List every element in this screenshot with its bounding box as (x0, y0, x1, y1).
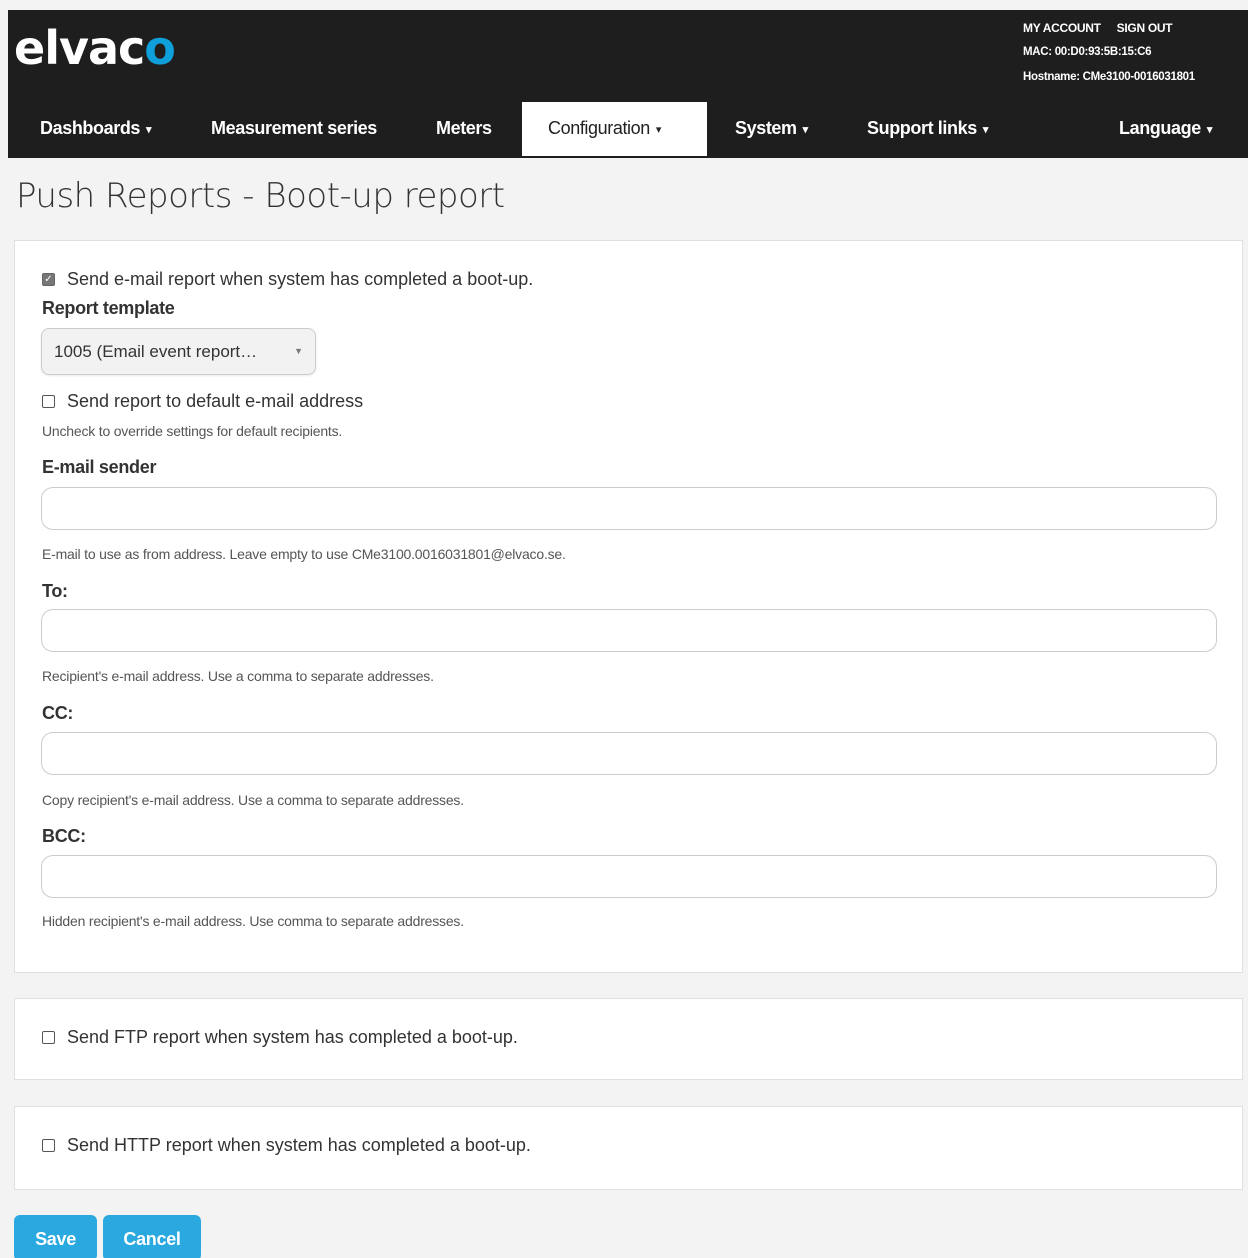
header-bar: elvaco MY ACCOUNT SIGN OUT MAC: 00:D0:93… (8, 10, 1248, 98)
default-address-checkbox[interactable] (42, 395, 55, 408)
my-account-link[interactable]: MY ACCOUNT (1023, 20, 1101, 36)
report-template-select[interactable]: 1005 (Email event report… ▼ (41, 328, 316, 375)
send-email-label: Send e-mail report when system has compl… (67, 269, 534, 289)
chevron-down-icon: ▾ (802, 124, 809, 136)
save-button[interactable]: Save (14, 1215, 97, 1258)
cc-input[interactable] (41, 732, 1217, 775)
nav-configuration[interactable]: Configuration ▾ (522, 102, 707, 156)
to-help: Recipient's e-mail address. Use a comma … (42, 668, 434, 684)
bcc-help: Hidden recipient's e-mail address. Use c… (42, 913, 464, 929)
bcc-label: BCC: (42, 826, 86, 846)
cc-help: Copy recipient's e-mail address. Use a c… (42, 792, 464, 808)
default-address-help: Uncheck to override settings for default… (42, 423, 343, 439)
to-input[interactable] (41, 609, 1217, 652)
chevron-down-icon: ▾ (1206, 124, 1213, 136)
send-email-option[interactable]: ✓ Send e-mail report when system has com… (42, 269, 533, 290)
nav-system[interactable]: System ▾ (735, 98, 808, 158)
cancel-button[interactable]: Cancel (103, 1215, 201, 1258)
email-sender-input[interactable] (41, 487, 1217, 530)
sign-out-link[interactable]: SIGN OUT (1117, 20, 1173, 36)
to-label: To: (42, 581, 68, 601)
default-address-option[interactable]: Send report to default e-mail address (42, 391, 363, 412)
ftp-report-panel: Send FTP report when system has complete… (14, 998, 1243, 1080)
nav-language[interactable]: Language ▾ (1119, 98, 1212, 158)
email-report-panel: ✓ Send e-mail report when system has com… (14, 240, 1243, 973)
dropdown-arrow-icon: ▼ (294, 346, 303, 356)
chevron-down-icon: ▾ (146, 124, 152, 136)
ftp-checkbox[interactable] (42, 1031, 55, 1044)
http-option[interactable]: Send HTTP report when system has complet… (42, 1135, 531, 1156)
http-label: Send HTTP report when system has complet… (67, 1135, 531, 1155)
sender-label: E-mail sender (42, 457, 157, 477)
http-checkbox[interactable] (42, 1139, 55, 1152)
hostname: Hostname: CMe3100-0016031801 (1023, 71, 1195, 83)
mac-address: MAC: 00:D0:93:5B:15:C6 (1023, 46, 1152, 58)
report-template-value: 1005 (Email event report… (54, 342, 258, 361)
default-address-label: Send report to default e-mail address (67, 391, 364, 411)
page-title: Push Reports - Boot-up report (16, 176, 505, 216)
http-report-panel: Send HTTP report when system has complet… (14, 1106, 1243, 1190)
report-template-label: Report template (42, 298, 175, 318)
chevron-down-icon: ▾ (982, 124, 989, 136)
account-area: MY ACCOUNT SIGN OUT MAC: 00:D0:93:5B:15:… (1023, 20, 1195, 85)
sender-help: E-mail to use as from address. Leave emp… (42, 546, 566, 562)
send-email-checkbox[interactable]: ✓ (42, 273, 55, 286)
nav-dashboards[interactable]: Dashboards ▾ (40, 98, 152, 158)
bcc-input[interactable] (41, 855, 1217, 898)
elvaco-logo[interactable]: elvaco (14, 18, 176, 78)
ftp-option[interactable]: Send FTP report when system has complete… (42, 1027, 518, 1048)
nav-measurement-series[interactable]: Measurement series (211, 98, 377, 158)
ftp-label: Send FTP report when system has complete… (67, 1027, 518, 1047)
nav-meters[interactable]: Meters (436, 98, 492, 158)
nav-support-links[interactable]: Support links ▾ (867, 98, 988, 158)
main-nav: Dashboards ▾ Measurement series Meters Co… (8, 98, 1248, 158)
cc-label: CC: (42, 703, 74, 723)
chevron-down-icon: ▾ (655, 124, 662, 136)
